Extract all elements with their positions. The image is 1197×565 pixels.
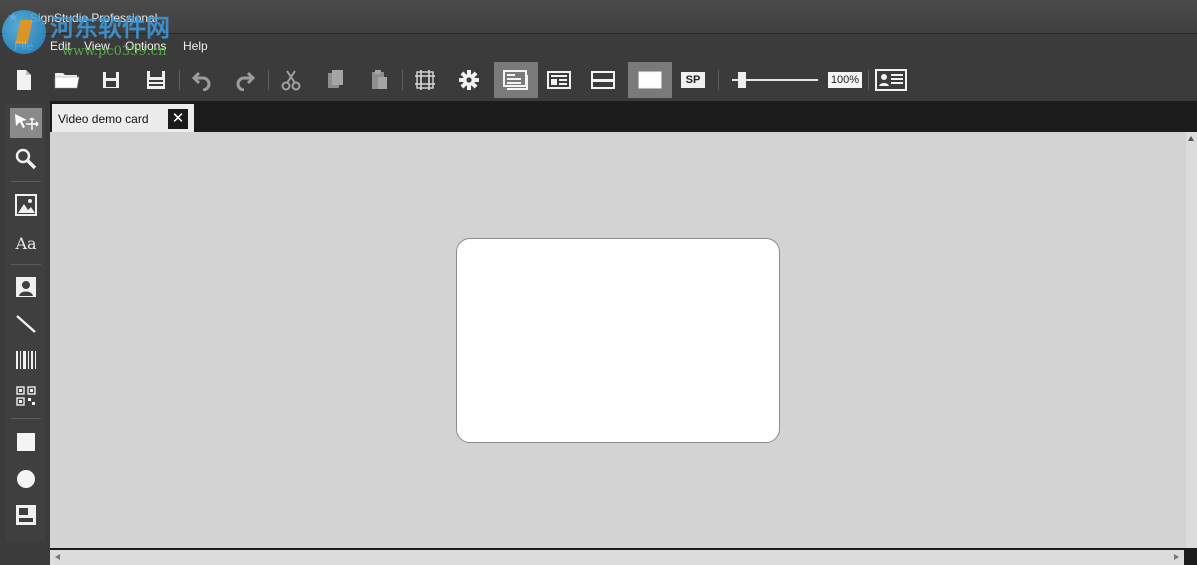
palette-separator xyxy=(11,181,41,182)
window-title: SignStudio Professional xyxy=(30,11,158,25)
palette-separator xyxy=(11,264,41,265)
circle-icon xyxy=(17,470,35,488)
blank-card-icon xyxy=(638,71,662,89)
scroll-up-icon[interactable] xyxy=(1188,136,1194,141)
rectangle-tool[interactable] xyxy=(10,427,42,457)
signstudio-window: ★ SignStudio Professional File Edit View… xyxy=(0,0,1197,565)
palette-separator xyxy=(11,418,41,419)
menu-edit[interactable]: Edit xyxy=(50,39,71,53)
text-tool[interactable]: Aa xyxy=(10,228,42,258)
menu-options[interactable]: Options xyxy=(125,39,166,53)
special-print-button[interactable]: SP xyxy=(674,62,712,98)
settings-button[interactable] xyxy=(450,62,488,98)
save-icon xyxy=(103,72,119,88)
scroll-left-icon[interactable] xyxy=(55,554,60,560)
zoom-slider[interactable] xyxy=(728,71,820,89)
picture-field-icon xyxy=(16,505,36,525)
design-canvas[interactable] xyxy=(50,132,1186,548)
select-tool[interactable] xyxy=(10,108,42,138)
document-tab-strip: Video demo card ✕ xyxy=(50,101,1197,132)
new-file-icon xyxy=(17,70,31,90)
menu-help[interactable]: Help xyxy=(183,39,208,53)
magstripe-icon xyxy=(591,71,615,89)
qrcode-icon xyxy=(16,386,36,406)
scroll-right-icon[interactable] xyxy=(1174,554,1179,560)
scissors-icon xyxy=(281,70,301,91)
picture-field-tool[interactable] xyxy=(10,500,42,530)
toolbar-separator xyxy=(868,70,869,90)
copy-button[interactable] xyxy=(316,62,354,98)
line-tool[interactable] xyxy=(10,309,42,339)
zoom-tool[interactable] xyxy=(10,144,42,174)
card-design-surface[interactable] xyxy=(456,238,780,443)
save-as-button[interactable] xyxy=(137,62,175,98)
menu-file[interactable]: File xyxy=(14,39,33,53)
title-bar: ★ SignStudio Professional xyxy=(0,0,1197,34)
menu-view[interactable]: View xyxy=(84,39,110,53)
card-layout-icon xyxy=(547,71,571,89)
toolbar-separator xyxy=(402,70,403,90)
magstripe-button[interactable] xyxy=(584,62,622,98)
pointer-move-icon xyxy=(15,114,39,130)
close-icon[interactable]: ✕ xyxy=(168,109,188,129)
undo-button[interactable] xyxy=(183,62,221,98)
save-as-icon xyxy=(147,71,165,89)
card-print-button[interactable] xyxy=(872,62,910,98)
toolbar: SP 100% xyxy=(0,60,1197,100)
app-icon: ★ xyxy=(7,10,19,24)
image-tool[interactable] xyxy=(10,190,42,220)
gear-icon xyxy=(459,70,479,90)
toolbar-separator xyxy=(268,70,269,90)
barcode-tool[interactable] xyxy=(10,345,42,375)
paste-button[interactable] xyxy=(360,62,398,98)
menu-bar: File Edit View Options Help xyxy=(0,35,1197,59)
tool-palette: Aa xyxy=(5,104,45,542)
vertical-scrollbar[interactable] xyxy=(1186,132,1197,548)
barcode-icon xyxy=(16,351,36,369)
rectangle-icon xyxy=(17,433,35,451)
front-side-button[interactable] xyxy=(494,62,538,98)
special-print-label: SP xyxy=(681,72,705,88)
toolbar-separator xyxy=(718,70,719,90)
back-side-button[interactable] xyxy=(540,62,578,98)
magnifier-icon xyxy=(15,148,37,170)
front-side-icon xyxy=(503,70,528,90)
horizontal-scrollbar[interactable] xyxy=(50,548,1197,565)
card-view-button[interactable] xyxy=(628,62,672,98)
line-icon xyxy=(16,315,36,333)
document-tab[interactable]: Video demo card ✕ xyxy=(52,104,194,132)
cut-button[interactable] xyxy=(272,62,310,98)
save-button[interactable] xyxy=(92,62,130,98)
folder-open-icon xyxy=(54,73,80,89)
paste-icon xyxy=(372,70,387,89)
new-file-button[interactable] xyxy=(5,62,43,98)
ellipse-tool[interactable] xyxy=(10,464,42,494)
copy-icon xyxy=(328,70,343,88)
id-card-icon xyxy=(875,69,907,91)
photo-tool[interactable] xyxy=(10,272,42,302)
qrcode-tool[interactable] xyxy=(10,381,42,411)
image-icon xyxy=(15,194,37,216)
zoom-level-display[interactable]: 100% xyxy=(828,72,862,88)
redo-icon xyxy=(236,71,256,91)
horizontal-scroll-track[interactable] xyxy=(50,550,1184,565)
undo-icon xyxy=(191,71,211,91)
grid-icon xyxy=(415,70,435,90)
grid-button[interactable] xyxy=(406,62,444,98)
document-tab-label: Video demo card xyxy=(58,112,149,126)
redo-button[interactable] xyxy=(226,62,264,98)
portrait-icon xyxy=(16,277,36,297)
open-button[interactable] xyxy=(48,62,86,98)
toolbar-separator xyxy=(179,70,180,90)
zoom-slider-thumb[interactable] xyxy=(738,72,747,88)
